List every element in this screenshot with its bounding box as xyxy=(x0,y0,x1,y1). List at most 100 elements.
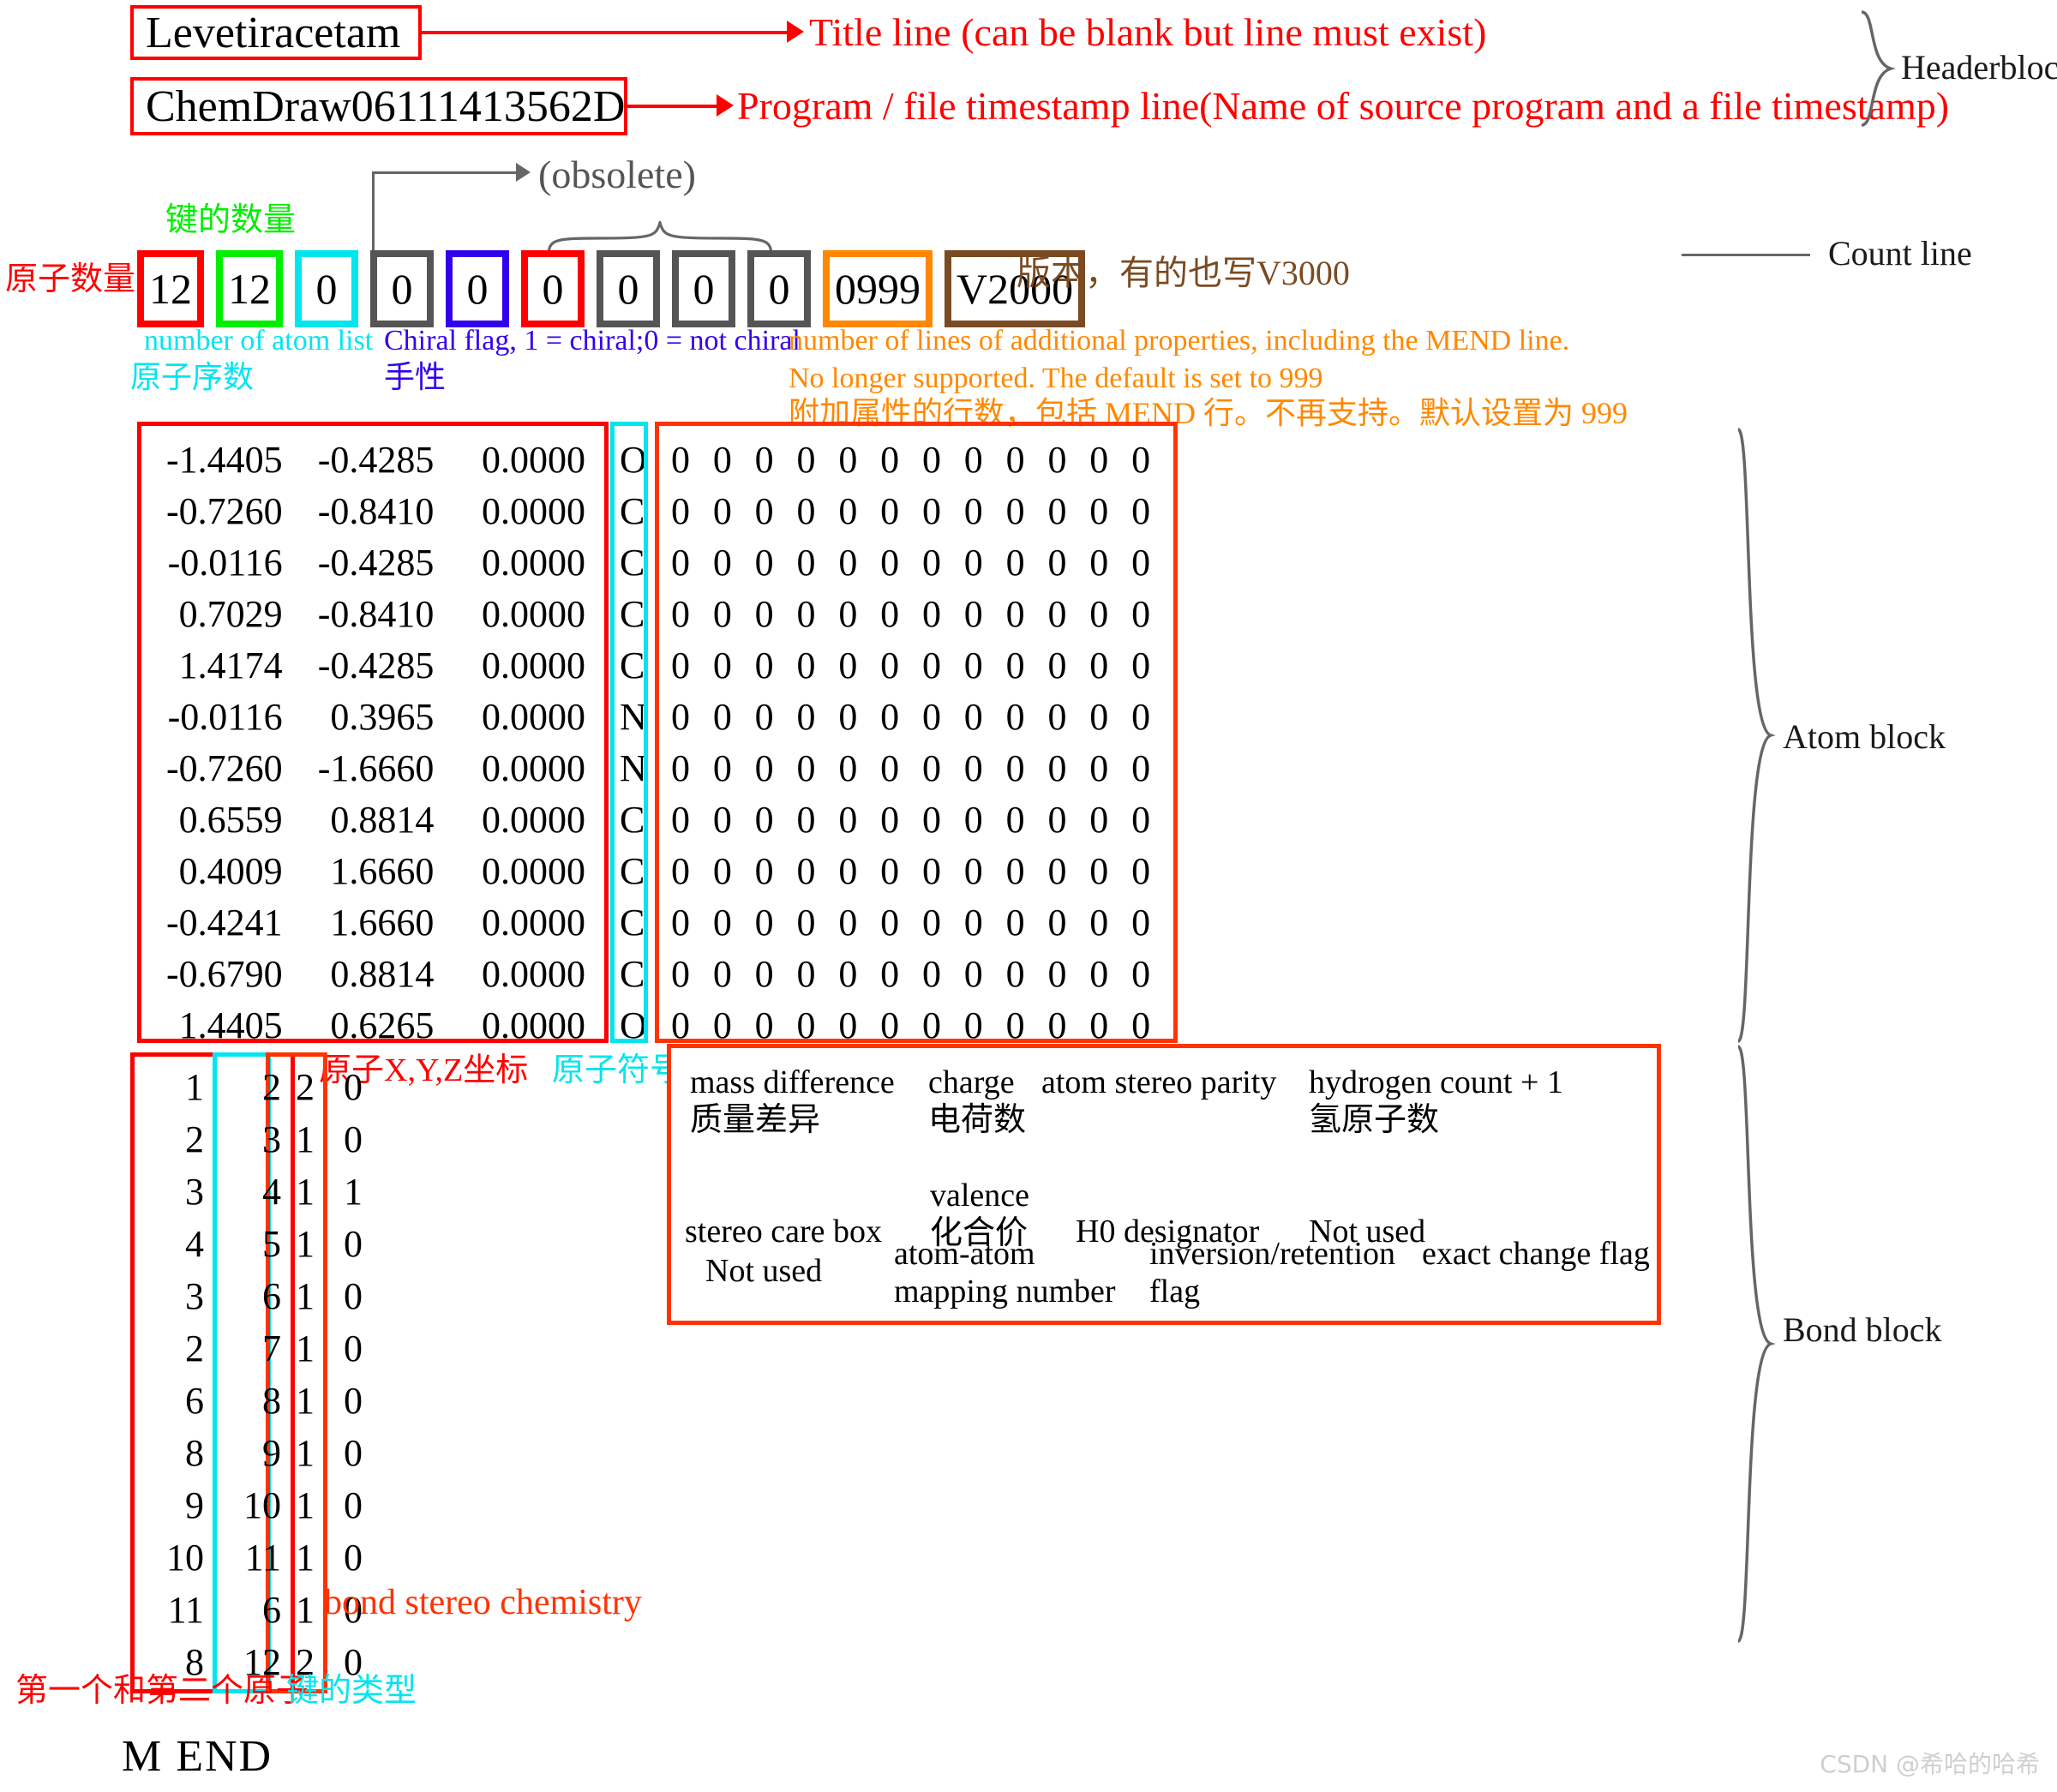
atom-flag-value: 0 xyxy=(754,439,774,481)
atom-flag-value: 0 xyxy=(1047,644,1067,686)
atom-flag-value: 0 xyxy=(712,902,732,944)
atom-coord-row: 1.4405 0.6265 0.0000 xyxy=(150,1000,604,1043)
bond-type: 1 xyxy=(296,1118,315,1160)
atom-flag-value: 0 xyxy=(796,644,816,686)
atom-flag-value: 0 xyxy=(1131,490,1151,532)
atom-flag-value: 0 xyxy=(712,593,732,635)
atom-symbol: C xyxy=(620,593,645,635)
atom-flag-value: 0 xyxy=(880,1004,900,1043)
count-cell-7: 0 xyxy=(672,250,735,327)
atom-coord-row: -0.7260 -1.6660 0.0000 xyxy=(150,743,604,794)
atom-flags-row: 000000000000 xyxy=(659,692,1173,743)
bond-b: 7 xyxy=(262,1328,281,1369)
atom-block-label: Atom block xyxy=(1783,717,1946,756)
atom-flag-value: 0 xyxy=(1089,696,1109,738)
atom-flag-value: 0 xyxy=(921,902,941,944)
atom-symbol: C xyxy=(620,953,645,995)
atom-flag-value: 0 xyxy=(1005,747,1025,789)
atom-coord-y: 0.6265 xyxy=(330,1004,435,1043)
bond-type: 1 xyxy=(296,1171,315,1213)
atom-coord-x: -0.6790 xyxy=(166,953,283,995)
count-cell-4: 0 xyxy=(446,250,509,327)
atom-flag-value: 0 xyxy=(754,644,774,686)
program-connector-line xyxy=(627,105,722,108)
atom-coord-z: 0.0000 xyxy=(482,1004,586,1043)
legend-atom-atom-en: atom-atom xyxy=(894,1236,1035,1272)
atom-flag-value: 0 xyxy=(838,644,858,686)
atom-flags-row: 000000000000 xyxy=(659,435,1173,486)
bond-stereo: 0 xyxy=(344,1223,363,1265)
atom-coord-y: 0.8814 xyxy=(330,799,435,841)
atom-flag-value: 0 xyxy=(754,593,774,635)
atom-coord-row: 0.7029 -0.8410 0.0000 xyxy=(150,589,604,640)
atom-flag-value: 0 xyxy=(838,1004,858,1043)
atom-flag-value: 0 xyxy=(1047,696,1067,738)
atom-flag-value: 0 xyxy=(1047,799,1067,841)
atom-flag-value: 0 xyxy=(921,644,941,686)
atom-coord-y: -0.8410 xyxy=(317,593,435,635)
atom-flag-value: 0 xyxy=(671,542,690,584)
atom-coord-row: -0.4241 1.6660 0.0000 xyxy=(150,897,604,949)
legend-mapping-number-en: mapping number xyxy=(894,1274,1116,1310)
program-line-box: ChemDraw06111413562D xyxy=(130,77,627,135)
atom-flag-value: 0 xyxy=(838,799,858,841)
atom-flag-value: 0 xyxy=(1089,1004,1109,1043)
atom-flags-row: 000000000000 xyxy=(659,589,1173,640)
atom-flag-value: 0 xyxy=(671,747,690,789)
atom-flag-value: 0 xyxy=(1131,439,1151,481)
atom-flag-value: 0 xyxy=(1005,850,1025,892)
atom-flag-value: 0 xyxy=(754,850,774,892)
bond-b: 11 xyxy=(244,1537,281,1579)
atom-flag-value: 0 xyxy=(1005,799,1025,841)
bond-a: 3 xyxy=(185,1275,204,1317)
atom-coord-x: -0.0116 xyxy=(167,696,283,738)
bond-b: 3 xyxy=(262,1118,281,1160)
watermark: CSDN @希哈的哈希 xyxy=(1820,1750,2040,1778)
atom-flag-value: 0 xyxy=(1005,953,1025,995)
headerblock-label: Headerblock xyxy=(1901,48,2057,87)
legend-charge-cn: 电荷数 xyxy=(928,1102,1027,1138)
atom-flag-value: 0 xyxy=(796,902,816,944)
atom-flag-value: 0 xyxy=(880,542,900,584)
bond-a: 10 xyxy=(166,1537,204,1579)
atom-flag-value: 0 xyxy=(838,747,858,789)
bond-row: 3 610 xyxy=(137,1270,377,1322)
atom-flag-value: 0 xyxy=(1131,953,1151,995)
atom-flag-value: 0 xyxy=(754,1004,774,1043)
atom-coord-x: -1.4405 xyxy=(166,439,283,481)
bond-row: 6 810 xyxy=(137,1375,377,1427)
atom-coord-z: 0.0000 xyxy=(482,696,586,738)
legend-mass-difference-en: mass difference xyxy=(690,1064,895,1100)
bond-a: 2 xyxy=(185,1328,204,1369)
bond-block-brace xyxy=(1733,1044,1776,1644)
bond-count-label-cn: 键的数量 xyxy=(165,202,297,238)
atom-flag-value: 0 xyxy=(1047,1004,1067,1043)
atom-flag-value: 0 xyxy=(1005,490,1025,532)
bond-type: 1 xyxy=(296,1328,315,1369)
atom-flags-row: 000000000000 xyxy=(659,846,1173,897)
atom-flag-value: 0 xyxy=(1005,439,1025,481)
bond-a: 2 xyxy=(185,1118,204,1160)
atom-coord-x: -0.7260 xyxy=(166,747,283,789)
atom-flag-value: 0 xyxy=(838,542,858,584)
bond-a: 11 xyxy=(167,1589,204,1631)
atom-flags-row: 000000000000 xyxy=(659,897,1173,949)
atom-flag-value: 0 xyxy=(1131,542,1151,584)
atom-flag-value: 0 xyxy=(963,490,983,532)
atom-flag-value: 0 xyxy=(796,593,816,635)
legend-atom-stereo-parity-en: atom stereo parity xyxy=(1041,1064,1277,1100)
atom-coord-y: -0.4285 xyxy=(317,644,435,686)
bond-stereo: 0 xyxy=(344,1275,363,1317)
atom-flag-value: 0 xyxy=(838,490,858,532)
atom-flag-value: 0 xyxy=(963,953,983,995)
atom-flag-value: 0 xyxy=(880,747,900,789)
atom-flag-value: 0 xyxy=(921,490,941,532)
atom-flag-value: 0 xyxy=(1131,1004,1151,1043)
count-cell-5: 0 xyxy=(521,250,585,327)
atom-flag-value: 0 xyxy=(1131,850,1151,892)
atom-flag-value: 0 xyxy=(712,542,732,584)
atom-flag-value: 0 xyxy=(921,747,941,789)
obsolete-arrow-icon xyxy=(516,163,531,182)
atom-coord-row: 0.4009 1.6660 0.0000 xyxy=(150,846,604,897)
atom-flag-value: 0 xyxy=(712,490,732,532)
